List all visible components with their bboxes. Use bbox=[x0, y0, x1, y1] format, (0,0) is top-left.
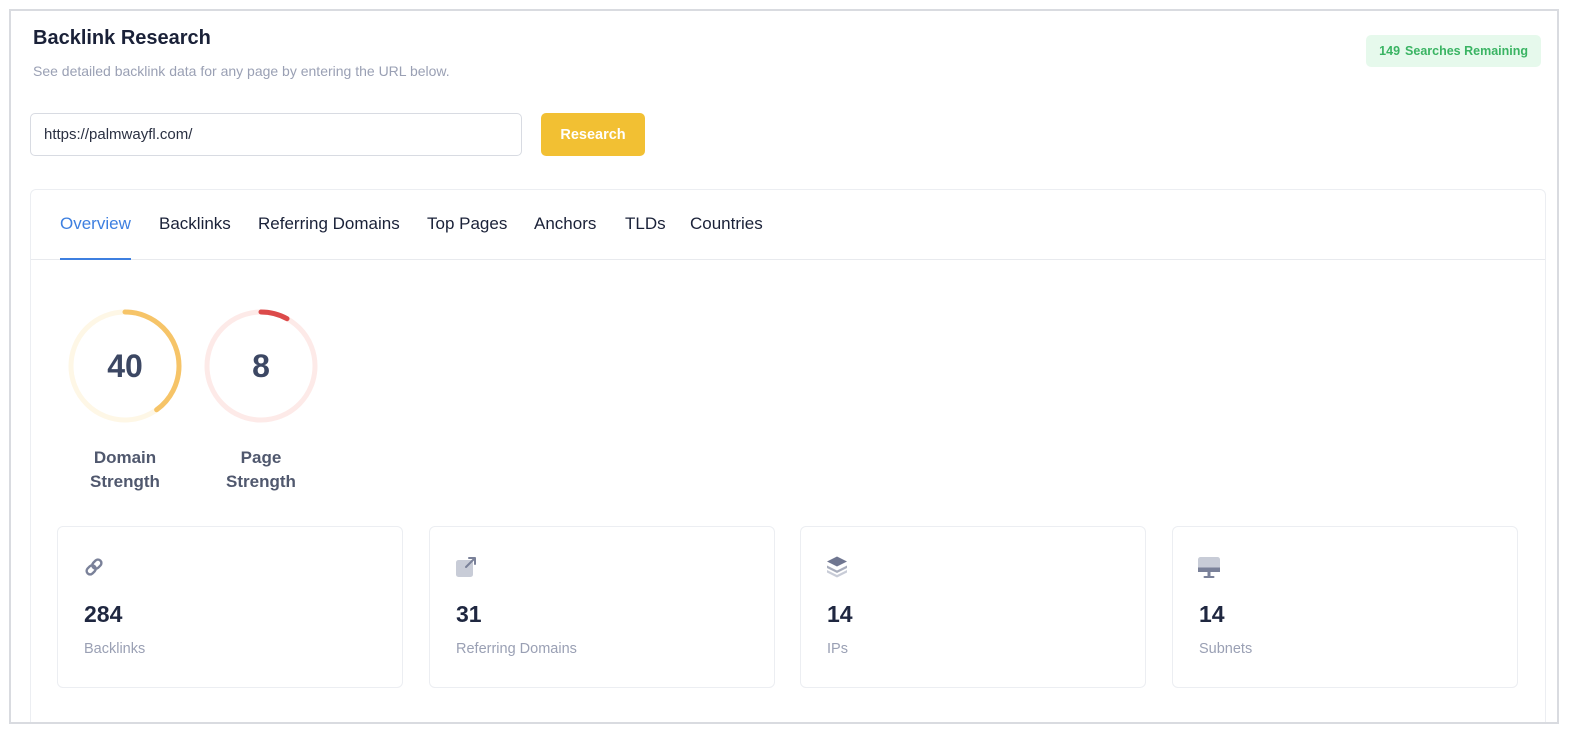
layers-icon bbox=[825, 555, 849, 579]
stat-card-subnets: 14 Subnets bbox=[1172, 526, 1518, 688]
app-frame: Backlink Research See detailed backlink … bbox=[9, 9, 1559, 724]
tab-tlds[interactable]: TLDs bbox=[625, 214, 666, 260]
page-title: Backlink Research bbox=[33, 27, 211, 49]
page-strength-value: 8 bbox=[252, 347, 270, 384]
domain-strength-label: Domain Strength bbox=[55, 446, 195, 494]
stat-card-referring-domains: 31 Referring Domains bbox=[429, 526, 775, 688]
page-strength-gauge: 8 bbox=[201, 306, 321, 426]
subnets-label: Subnets bbox=[1199, 641, 1253, 657]
ips-label: IPs bbox=[827, 641, 848, 657]
domain-strength-value: 40 bbox=[107, 347, 143, 384]
backlinks-label: Backlinks bbox=[84, 641, 146, 657]
tab-top-pages[interactable]: Top Pages bbox=[427, 214, 507, 260]
tab-overview[interactable]: Overview bbox=[60, 214, 131, 260]
backlinks-count: 284 bbox=[84, 601, 123, 627]
searches-label: Searches Remaining bbox=[1405, 44, 1528, 58]
page-subtitle: See detailed backlink data for any page … bbox=[33, 63, 450, 79]
referring-domains-count: 31 bbox=[456, 601, 482, 627]
stat-card-backlinks: 284 Backlinks bbox=[57, 526, 403, 688]
stat-card-ips: 14 IPs bbox=[800, 526, 1146, 688]
page-strength-label-line2: Strength bbox=[226, 472, 296, 491]
url-input[interactable] bbox=[30, 113, 522, 156]
searches-count: 149 bbox=[1379, 44, 1401, 58]
domain-strength-label-line1: Domain bbox=[93, 448, 157, 467]
searches-remaining-badge: 149 Searches Remaining bbox=[1366, 35, 1541, 67]
tab-countries[interactable]: Countries bbox=[690, 214, 763, 260]
tab-referring-domains[interactable]: Referring Domains bbox=[258, 214, 400, 260]
domain-strength-label-line2: Strength bbox=[90, 472, 160, 491]
external-link-icon bbox=[454, 555, 478, 579]
page-strength-label-line1: Page bbox=[240, 448, 282, 467]
page-strength-label: Page Strength bbox=[191, 446, 331, 494]
results-panel: Overview Backlinks Referring Domains Top… bbox=[30, 189, 1546, 722]
domain-strength-gauge: 40 bbox=[65, 306, 185, 426]
ips-count: 14 bbox=[827, 601, 853, 627]
tab-anchors[interactable]: Anchors bbox=[534, 214, 596, 260]
tab-bar: Overview Backlinks Referring Domains Top… bbox=[31, 190, 1545, 260]
tab-backlinks[interactable]: Backlinks bbox=[159, 214, 231, 260]
monitor-icon bbox=[1197, 555, 1221, 579]
link-icon bbox=[82, 555, 106, 579]
referring-domains-label: Referring Domains bbox=[456, 641, 577, 657]
subnets-count: 14 bbox=[1199, 601, 1225, 627]
research-button[interactable]: Research bbox=[541, 113, 645, 156]
